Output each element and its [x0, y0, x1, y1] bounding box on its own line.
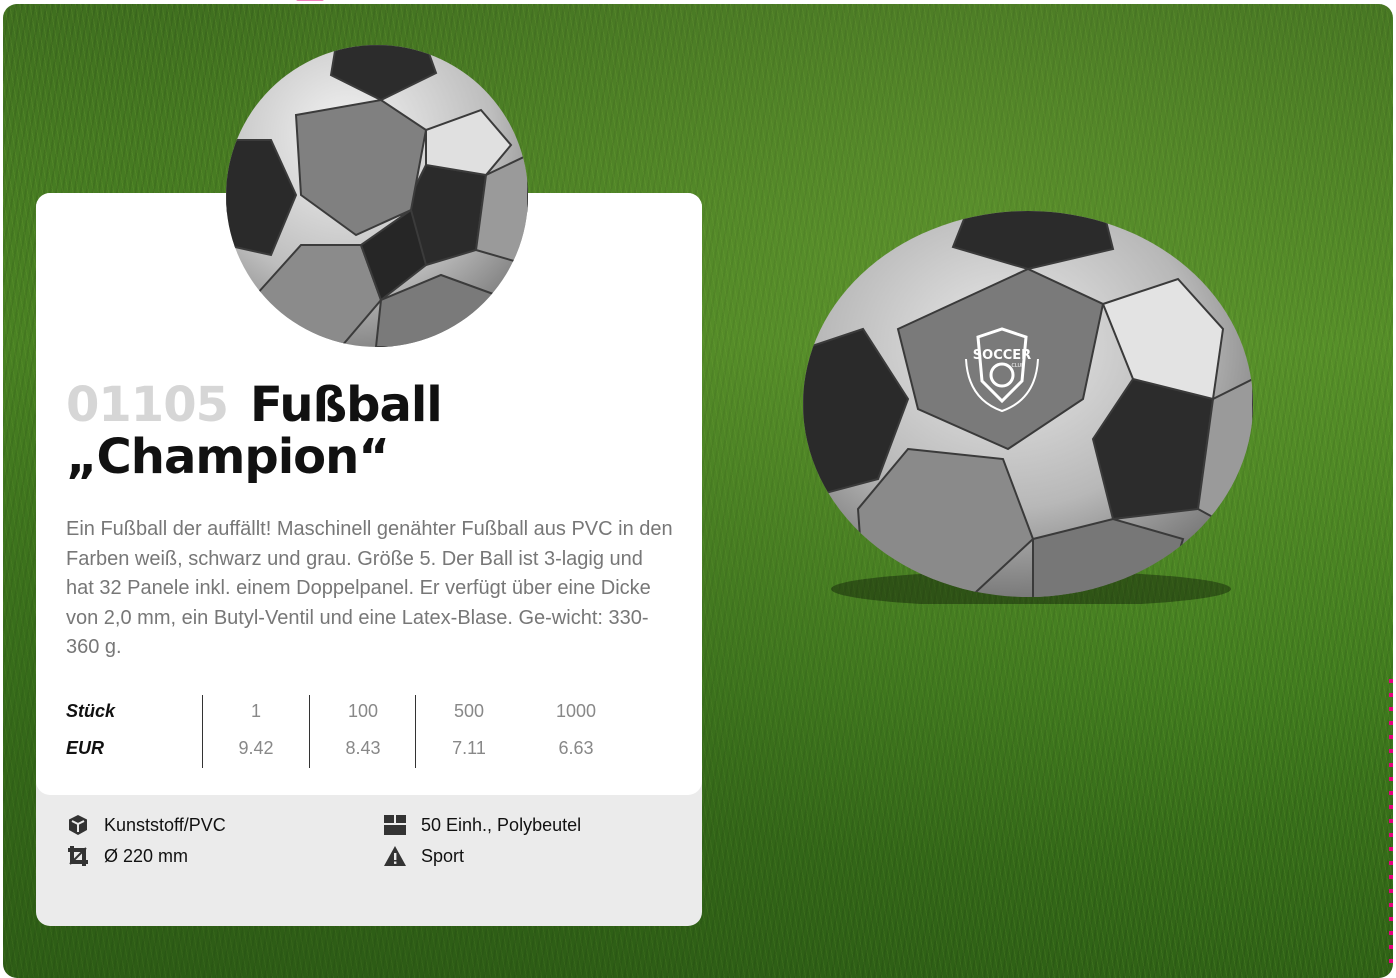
hero-ball-image: SOCCER CLUB: [803, 209, 1253, 604]
price-cell: 8.43: [345, 738, 381, 758]
quantity-cell: 100: [347, 701, 379, 721]
feature-packaging-text: 50 Einh., Polybeutel: [421, 814, 582, 835]
product-name-line2: „Champion“: [66, 429, 390, 485]
svg-text:CLUB: CLUB: [1011, 363, 1025, 369]
feature-material-text: Kunststoff/PVC: [104, 814, 226, 835]
product-card: 01105 Fußball „Champion“ Ein Fußball der …: [36, 45, 702, 926]
quantity-cell: 1000: [555, 701, 597, 721]
product-title: 01105 Fußball „Champion“: [66, 379, 686, 483]
price-cell: 7.11: [452, 738, 486, 758]
product-thumbnail-ball: [226, 45, 528, 347]
feature-packaging: 50 Einh., Polybeutel: [383, 813, 581, 837]
price-table: Stück 1 100 500 1000 EUR 9.42 8.43 7.11 …: [66, 695, 626, 769]
pink-edge-mark: [1389, 679, 1393, 978]
warning-icon: [383, 844, 407, 868]
product-description: Ein Fußball der auffällt! Maschinell gen…: [66, 518, 673, 658]
feature-material: Kunststoff/PVC: [66, 813, 226, 837]
pink-top-mark: [0, 0, 340, 6]
price-label: EUR: [66, 738, 105, 758]
svg-text:SOCCER: SOCCER: [973, 348, 1031, 363]
feature-category: Sport: [383, 844, 464, 868]
quantity-cell: 500: [453, 701, 485, 721]
price-cell: 9.42: [238, 738, 274, 758]
price-row: EUR 9.42 8.43 7.11 6.63: [66, 732, 626, 768]
product-name-line1: Fußball: [250, 377, 443, 433]
feature-category-text: Sport: [421, 845, 465, 866]
product-code: 01105: [66, 377, 229, 433]
quantity-row: Stück 1 100 500 1000: [66, 695, 626, 731]
crop-icon: [66, 844, 90, 868]
price-cell: 6.63: [558, 738, 594, 758]
feature-list: Kunststoff/PVC Ø 220 mm 50 Einh., Polybe…: [66, 813, 686, 883]
feature-size-text: Ø 220 mm: [104, 845, 189, 866]
feature-size: Ø 220 mm: [66, 844, 188, 868]
quantity-cell: 1: [250, 701, 261, 721]
cube-icon: [66, 813, 90, 837]
quantity-label: Stück: [66, 701, 116, 721]
box-icon: [383, 813, 407, 837]
